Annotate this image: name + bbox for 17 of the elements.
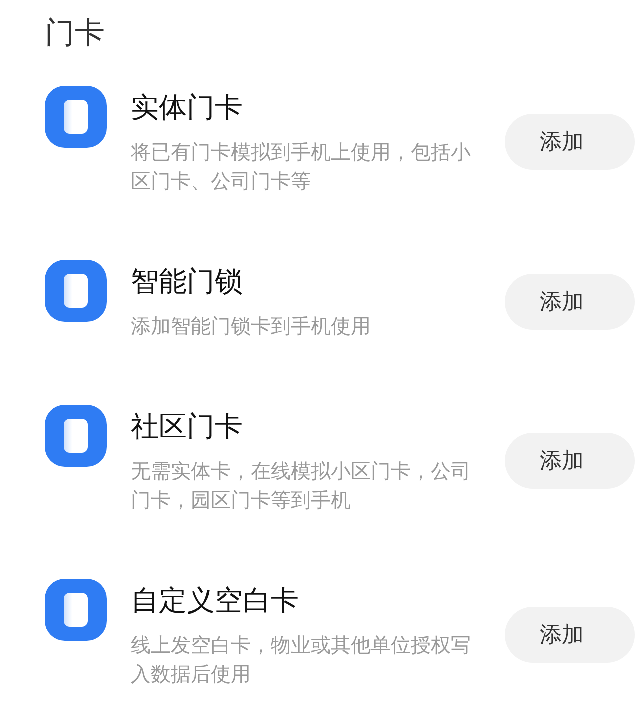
add-button[interactable]: 添加 [505,433,635,489]
add-button[interactable]: 添加 [505,114,635,170]
card-title: 智能门锁 [131,264,244,300]
add-button[interactable]: 添加 [505,274,635,330]
card-title: 社区门卡 [131,409,244,445]
add-button[interactable]: 添加 [505,607,635,663]
card-title: 自定义空白卡 [131,583,300,619]
card-icon [45,579,107,641]
card-icon [45,405,107,467]
card-icon [45,86,107,148]
card-description: 无需实体卡，在线模拟小区门卡，公司门卡，园区门卡等到手机 [131,458,472,514]
section-title: 门卡 [45,15,106,53]
card-description: 线上发空白卡，物业或其他单位授权写入数据后使用 [131,632,472,688]
card-title: 实体门卡 [131,90,244,126]
card-description: 将已有门卡模拟到手机上使用，包括小区门卡、公司门卡等 [131,139,472,195]
card-icon [45,260,107,322]
card-description: 添加智能门锁卡到手机使用 [131,313,372,340]
